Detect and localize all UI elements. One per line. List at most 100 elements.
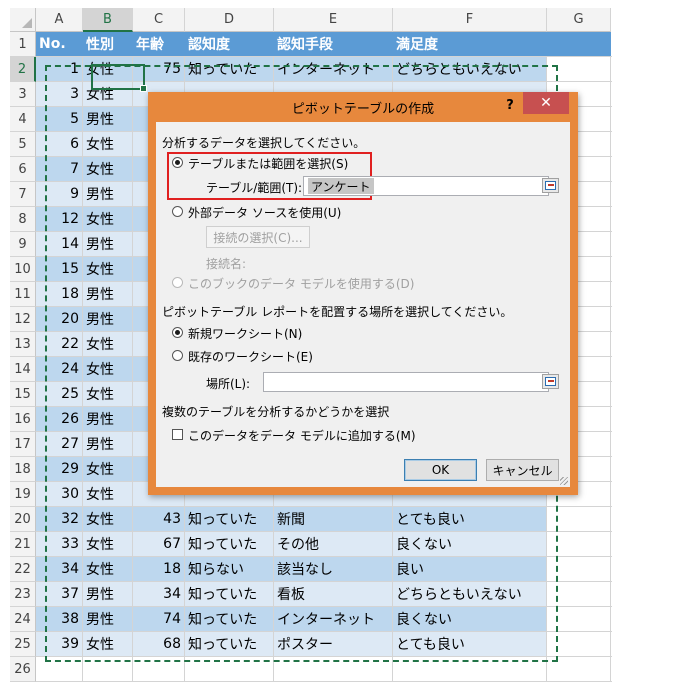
row-header[interactable]: 12 [10,307,36,332]
row-header[interactable]: 19 [10,482,36,507]
column-header-e[interactable]: E [274,8,393,32]
cell[interactable]: 女性 [83,457,133,481]
row-header[interactable]: 17 [10,432,36,457]
cell[interactable]: 68 [133,632,185,656]
cell[interactable]: 30 [36,482,83,506]
cell[interactable] [547,57,611,81]
cell[interactable]: 14 [36,232,83,256]
cell[interactable]: 性別 [83,32,133,56]
cell[interactable] [36,657,83,681]
cell[interactable]: 知っていた [185,507,274,531]
cell[interactable]: 良くない [393,607,547,631]
cell[interactable]: 女性 [83,57,133,81]
cell[interactable] [547,507,611,531]
cell[interactable]: 34 [133,582,185,606]
dialog-titlebar[interactable]: ピボットテーブルの作成 ? ✕ [148,92,578,120]
row-header[interactable]: 2 [10,57,36,82]
cell[interactable]: 男性 [83,607,133,631]
column-header-f[interactable]: F [393,8,547,32]
cancel-button[interactable]: キャンセル [486,459,559,481]
radio-external-source-label[interactable]: 外部データ ソースを使用(U) [188,204,341,221]
cell[interactable] [274,657,393,681]
cell[interactable]: 25 [36,382,83,406]
radio-existing-worksheet[interactable] [172,350,183,361]
cell[interactable]: 該当なし [274,557,393,581]
cell[interactable]: 女性 [83,257,133,281]
cell[interactable]: No. [36,32,83,56]
cell[interactable]: 37 [36,582,83,606]
cell[interactable]: 男性 [83,182,133,206]
cell[interactable] [393,657,547,681]
cell[interactable]: 18 [36,282,83,306]
resize-grip-icon[interactable] [560,477,568,485]
row-header[interactable]: 4 [10,107,36,132]
cell[interactable]: 20 [36,307,83,331]
row-header[interactable]: 7 [10,182,36,207]
cell[interactable]: 女性 [83,157,133,181]
cell[interactable]: 新聞 [274,507,393,531]
row-header[interactable]: 9 [10,232,36,257]
cell[interactable]: 男性 [83,407,133,431]
cell[interactable] [547,607,611,631]
radio-external-source[interactable] [172,206,183,217]
cell[interactable]: 74 [133,607,185,631]
cell[interactable]: 6 [36,132,83,156]
select-all-corner[interactable] [10,8,36,32]
cell[interactable]: 75 [133,57,185,81]
cell[interactable]: 知っていた [185,632,274,656]
cell[interactable]: 27 [36,432,83,456]
cell[interactable]: 26 [36,407,83,431]
cell[interactable]: 24 [36,357,83,381]
location-picker-icon[interactable] [542,374,559,389]
radio-new-worksheet-label[interactable]: 新規ワークシート(N) [188,325,302,342]
row-header[interactable]: 16 [10,407,36,432]
cell[interactable]: 38 [36,607,83,631]
radio-new-worksheet[interactable] [172,327,183,338]
cell[interactable] [133,657,185,681]
cell[interactable]: 39 [36,632,83,656]
choose-connection-button[interactable]: 接続の選択(C)... [206,226,310,248]
cell[interactable] [547,557,611,581]
cell[interactable]: どちらともいえない [393,582,547,606]
cell[interactable] [547,657,611,681]
radio-data-model[interactable] [172,277,183,288]
cell[interactable]: 女性 [83,557,133,581]
range-picker-icon[interactable] [542,178,559,193]
cell[interactable] [547,532,611,556]
cell[interactable]: 43 [133,507,185,531]
cell[interactable]: 3 [36,82,83,106]
cell[interactable] [83,657,133,681]
row-header[interactable]: 25 [10,632,36,657]
radio-existing-worksheet-label[interactable]: 既存のワークシート(E) [188,348,313,365]
cell[interactable]: 良い [393,557,547,581]
cell[interactable]: 知っていた [185,532,274,556]
row-header[interactable]: 8 [10,207,36,232]
cell[interactable]: 男性 [83,432,133,456]
cell[interactable]: 女性 [83,482,133,506]
add-to-data-model-checkbox[interactable] [172,429,183,440]
cell[interactable]: 29 [36,457,83,481]
row-header[interactable]: 21 [10,532,36,557]
cell[interactable]: 32 [36,507,83,531]
column-header-b[interactable]: B [83,8,133,32]
cell[interactable]: 34 [36,557,83,581]
cell[interactable]: 女性 [83,382,133,406]
cell[interactable]: 女性 [83,207,133,231]
row-header[interactable]: 26 [10,657,36,682]
close-button[interactable]: ✕ [523,92,569,114]
cell[interactable]: 認知手段 [274,32,393,56]
row-header[interactable]: 22 [10,557,36,582]
cell[interactable]: 5 [36,107,83,131]
cell[interactable]: 女性 [83,507,133,531]
row-header[interactable]: 20 [10,507,36,532]
row-header[interactable]: 3 [10,82,36,107]
help-button[interactable]: ? [498,95,522,115]
cell[interactable] [547,632,611,656]
row-header[interactable]: 13 [10,332,36,357]
column-header-a[interactable]: A [36,8,83,32]
column-header-g[interactable]: G [547,8,611,32]
location-input[interactable] [263,372,549,392]
cell[interactable] [185,657,274,681]
table-range-input[interactable]: アンケート [303,176,549,196]
cell[interactable]: 認知度 [185,32,274,56]
